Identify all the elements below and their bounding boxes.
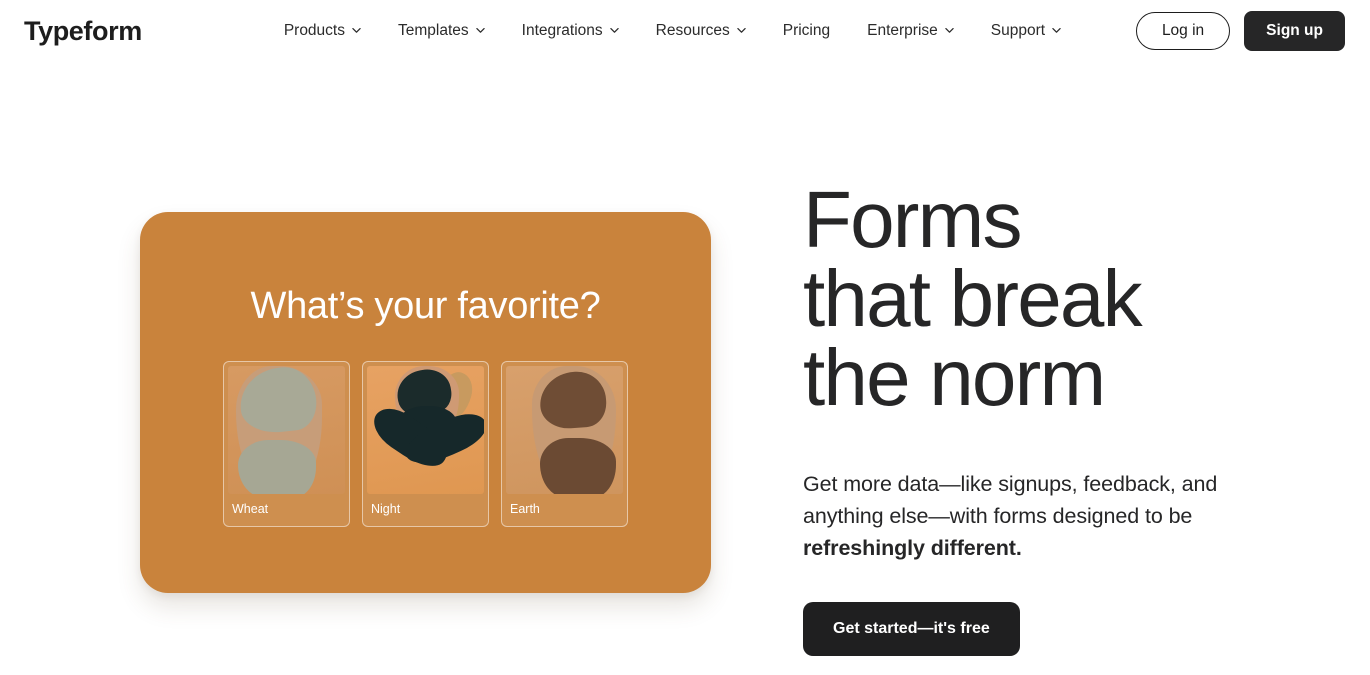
nav-item-support[interactable]: Support [991, 22, 1061, 40]
nav-item-label: Pricing [782, 22, 831, 39]
choice-photo-earth [506, 365, 623, 494]
signup-button[interactable]: Sign up [1244, 11, 1345, 51]
hero-subcopy-emphasis: refreshingly different. [803, 536, 1022, 560]
typeform-logo[interactable]: Typeform [24, 16, 142, 47]
nav-item-label: Enterprise [867, 22, 938, 39]
form-choice-wheat[interactable]: Wheat [223, 360, 350, 527]
nav-item-integrations[interactable]: Integrations [522, 22, 619, 40]
chevron-down-icon [352, 26, 361, 35]
site-header: Typeform Products Templates Integrations… [0, 0, 1370, 62]
chevron-down-icon [609, 26, 619, 35]
header-actions: Log in Sign up [1135, 11, 1345, 51]
choice-photo-night [367, 365, 484, 494]
hero-headline: Forms that break the norm [803, 175, 1143, 422]
chevron-down-icon [475, 26, 485, 35]
get-started-button[interactable]: Get started—it's free [803, 602, 1020, 656]
form-preview-card[interactable]: What’s your favorite? Wheat Night Earth [140, 212, 711, 593]
hero-subcopy-text: Get more data—like signups, feedback, an… [803, 472, 1218, 528]
main-navigation: Products Templates Integrations Resource… [284, 22, 1061, 40]
nav-item-label: Support [990, 22, 1046, 39]
choice-photo-wheat [228, 365, 345, 494]
nav-item-templates[interactable]: Templates [398, 22, 485, 40]
choice-label: Wheat [232, 501, 269, 516]
hero-copy: Forms that break the norm Get more data—… [803, 180, 1303, 656]
nav-item-label: Integrations [521, 22, 603, 39]
login-button[interactable]: Log in [1135, 12, 1231, 50]
nav-item-enterprise[interactable]: Enterprise [867, 22, 954, 40]
nav-item-label: Products [283, 22, 345, 39]
chevron-down-icon [945, 26, 954, 35]
nav-item-pricing[interactable]: Pricing [783, 22, 830, 40]
hero-subcopy: Get more data—like signups, feedback, an… [803, 468, 1263, 564]
choice-label: Night [371, 501, 401, 516]
chevron-down-icon [1052, 26, 1061, 35]
form-choice-list: Wheat Night Earth [140, 360, 711, 527]
nav-item-label: Resources [655, 22, 730, 39]
nav-item-label: Templates [397, 22, 469, 39]
form-question-title: What’s your favorite? [250, 285, 601, 327]
chevron-down-icon [737, 26, 746, 35]
form-preview: What’s your favorite? Wheat Night Earth [140, 212, 711, 593]
choice-label: Earth [510, 501, 540, 516]
hero-section: What’s your favorite? Wheat Night Earth … [0, 62, 1370, 675]
nav-item-resources[interactable]: Resources [656, 22, 746, 40]
nav-item-products[interactable]: Products [284, 22, 361, 40]
form-choice-earth[interactable]: Earth [501, 360, 628, 527]
form-choice-night[interactable]: Night [362, 360, 489, 527]
